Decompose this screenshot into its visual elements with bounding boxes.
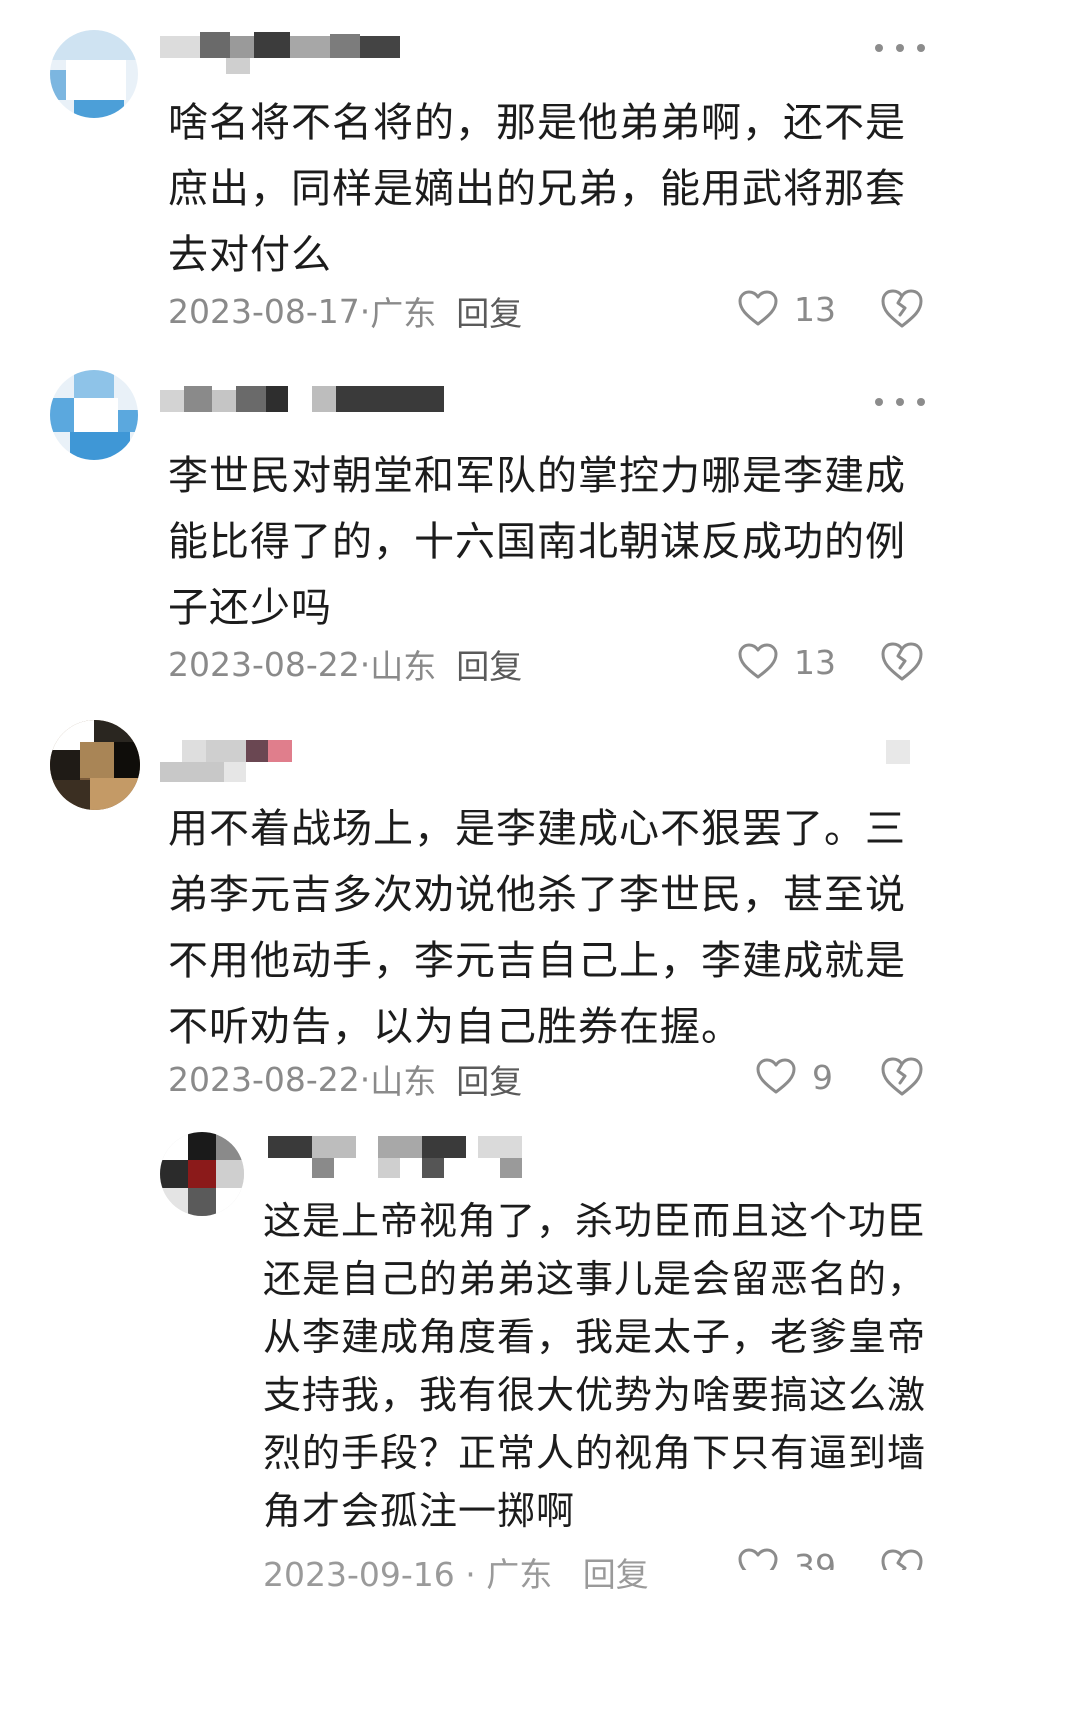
more-dots-icon [875,398,883,406]
comment-meta: 2023-09-16 · 广东 回复 [263,1540,683,1590]
username-blurred[interactable] [160,738,300,798]
more-options-button[interactable] [886,740,910,764]
dislike-button[interactable] [880,1056,924,1100]
username-blurred[interactable] [268,1136,568,1196]
avatar[interactable] [160,1132,244,1216]
comment-location: 广东 [486,1555,553,1590]
comment-text: 啥名将不名将的，那是他弟弟啊，还不是 庶出，同样是嫡出的兄弟，能用武将那套 去对… [168,100,906,278]
avatar[interactable] [50,720,140,810]
like-count: 13 [794,642,836,682]
comment-meta: 2023-08-22 · 山东 回复 [168,639,522,689]
reply-button[interactable]: 回复 [456,640,522,688]
comment-text: 这是上帝视角了，杀功臣而且这个功臣 还是自己的弟弟这事儿是会留恶名的， 从李建成… [263,1199,927,1533]
comment-meta: 2023-08-22 · 山东 回复 [168,1054,522,1104]
avatar[interactable] [50,30,138,118]
heart-icon [738,643,778,679]
comment-date: 2023-08-22 [168,1059,360,1099]
like-button[interactable]: 13 [738,284,836,334]
heart-icon [738,290,778,326]
comment-text: 用不着战场上，是李建成心不狠罢了。三 弟李元吉多次劝说他杀了李世民，甚至说 不用… [168,806,906,1050]
comment-text: 李世民对朝堂和军队的掌控力哪是李建成 能比得了的，十六国南北朝谋反成功的例 子还… [168,453,906,631]
heart-icon [738,1548,778,1570]
reply-button[interactable]: 回复 [583,1555,649,1590]
comment-location: 广东 [370,294,437,333]
comment-date: 2023-08-17 [168,291,360,331]
reply-button[interactable]: 回复 [456,287,522,335]
separator: · [465,1555,487,1590]
avatar[interactable] [50,370,138,460]
separator: · [359,1059,371,1099]
more-dots-icon [886,740,910,764]
comment-location: 山东 [370,1062,437,1101]
separator: · [359,291,371,331]
comment-date: 2023-08-22 [168,644,360,684]
dislike-button[interactable] [880,641,924,685]
separator: · [359,644,371,684]
dislike-button[interactable] [880,288,924,332]
broken-heart-icon [881,1057,923,1096]
like-button[interactable]: 13 [738,637,836,687]
more-options-button[interactable] [875,392,925,412]
broken-heart-icon [881,642,923,681]
more-dots-icon [875,44,883,52]
heart-icon [756,1058,796,1094]
comment-location: 山东 [370,647,437,686]
reply-button[interactable]: 回复 [456,1055,522,1103]
like-button[interactable]: 9 [756,1052,833,1102]
like-count: 39 [794,1548,836,1570]
more-options-button[interactable] [875,38,925,58]
username-blurred[interactable] [160,32,430,92]
username-blurred[interactable] [160,386,450,446]
like-count: 9 [812,1057,833,1097]
comment-meta: 2023-08-17 · 广东 回复 [168,286,522,336]
comment-date: 2023-09-16 [263,1555,455,1590]
broken-heart-icon [881,1549,923,1570]
broken-heart-icon [881,289,923,328]
like-count: 13 [794,289,836,329]
like-button[interactable]: 39 [738,1548,836,1570]
dislike-button[interactable] [880,1548,924,1570]
